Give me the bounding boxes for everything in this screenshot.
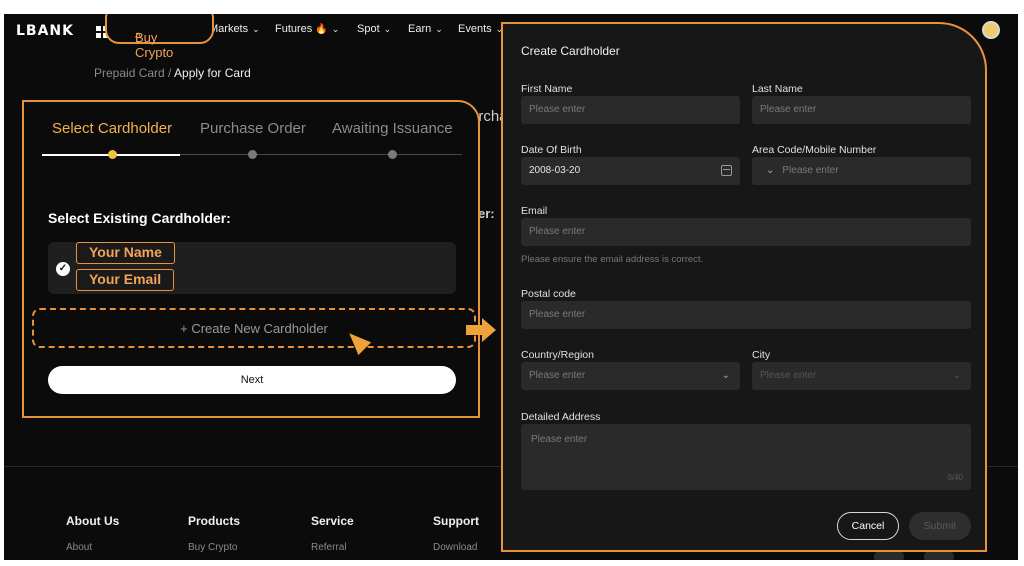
chevron-down-icon: ⌄ <box>952 370 961 381</box>
city-label: City <box>752 349 771 361</box>
breadcrumb-parent[interactable]: Prepaid Card / <box>94 66 174 80</box>
email-label: Email <box>521 205 548 217</box>
dob-input[interactable]: 2008-03-20 <box>521 157 740 185</box>
step-awaiting-issuance: Awaiting Issuance <box>332 120 453 137</box>
footer-col-products: Products Buy Crypto <box>188 514 240 553</box>
chevron-up-icon: ^ <box>135 30 142 45</box>
mobile-placeholder: Please enter <box>782 165 839 176</box>
nav-buy-crypto[interactable]: Buy Crypto ^ <box>105 14 214 60</box>
address-textarea[interactable]: Please enter 0/40 <box>521 424 971 490</box>
submit-button[interactable]: Submit <box>909 512 971 540</box>
right-arrow-icon <box>466 318 496 342</box>
city-placeholder: Please enter <box>760 370 817 381</box>
footer-link-download[interactable]: Download <box>433 542 479 553</box>
mobile-label: Area Code/Mobile Number <box>752 144 877 156</box>
chevron-down-icon: ⌄ <box>383 24 392 34</box>
dob-label: Date Of Birth <box>521 144 582 156</box>
check-icon: ✓ <box>56 262 70 276</box>
step-purchase-order: Purchase Order <box>200 120 306 137</box>
area-code-chevron-icon[interactable]: ⌄ <box>766 165 774 176</box>
modal-title: Create Cardholder <box>521 44 620 58</box>
nav-markets[interactable]: Markets ⌄ <box>209 23 260 35</box>
last-name-input[interactable]: Please enter <box>752 96 971 124</box>
address-label: Detailed Address <box>521 411 601 423</box>
app-window: LBANK Markets ⌄ Futures 🔥 ⌄ Spot ⌄ Earn ⌄ Eve… <box>4 14 1018 560</box>
chevron-down-icon: ⌄ <box>721 370 730 381</box>
breadcrumb-current: Apply for Card <box>174 66 251 80</box>
footer-col-support: Support Download <box>433 514 479 553</box>
postal-code-label: Postal code <box>521 288 576 300</box>
postal-code-input[interactable]: Please enter <box>521 301 971 329</box>
footer-link-about[interactable]: About <box>66 542 119 553</box>
create-cardholder-modal: Create Cardholder First Name Please ente… <box>501 22 987 552</box>
create-new-cardholder-button[interactable]: + Create New Cardholder <box>32 308 476 348</box>
footer-link-referral[interactable]: Referral <box>311 542 354 553</box>
chevron-down-icon: ⌄ <box>435 24 443 34</box>
last-name-label: Last Name <box>752 83 803 95</box>
cardholder-step-panel: Select Cardholder Purchase Order Awaitin… <box>22 100 480 418</box>
footer-heading-service: Service <box>311 514 354 528</box>
lbank-logo[interactable]: LBANK <box>16 23 74 39</box>
country-label: Country/Region <box>521 349 594 361</box>
background-heading: er: <box>478 206 495 221</box>
dob-value: 2008-03-20 <box>529 165 581 176</box>
chevron-down-icon: ⌄ <box>252 24 260 34</box>
address-placeholder: Please enter <box>531 434 588 445</box>
email-hint: Please ensure the email address is corre… <box>521 254 704 265</box>
footer-heading-about: About Us <box>66 514 120 528</box>
footer-link-buy-crypto[interactable]: Buy Crypto <box>188 542 240 553</box>
first-name-label: First Name <box>521 83 573 95</box>
chevron-down-icon: ⌄ <box>331 24 340 34</box>
mobile-input[interactable]: ⌄ Please enter <box>752 157 971 185</box>
address-char-count: 0/40 <box>947 473 963 482</box>
nav-spot[interactable]: Spot ⌄ <box>357 23 391 35</box>
step-dot <box>248 150 257 159</box>
step-select-cardholder: Select Cardholder <box>52 120 173 137</box>
nav-events[interactable]: Events ⌄ <box>458 23 503 35</box>
next-button[interactable]: Next <box>48 366 456 394</box>
cancel-button[interactable]: Cancel <box>837 512 899 540</box>
fire-icon: 🔥 <box>315 24 328 35</box>
cardholder-email: Your Email <box>76 269 175 291</box>
footer-heading-products: Products <box>188 514 241 528</box>
step-dot-active <box>108 150 117 159</box>
user-avatar[interactable] <box>982 21 1000 39</box>
footer-col-about: About Us About <box>66 514 119 553</box>
country-select[interactable]: Please enter ⌄ <box>521 362 740 390</box>
nav-futures[interactable]: Futures 🔥 ⌄ <box>275 23 339 35</box>
select-cardholder-heading: Select Existing Cardholder: <box>48 210 231 226</box>
email-input[interactable]: Please enter <box>521 218 971 246</box>
cardholder-name: Your Name <box>76 242 175 264</box>
first-name-input[interactable]: Please enter <box>521 96 740 124</box>
footer-col-service: Service Referral <box>311 514 354 553</box>
calendar-icon[interactable] <box>721 165 732 176</box>
footer-heading-support: Support <box>433 514 479 528</box>
breadcrumb: Prepaid Card / Apply for Card <box>94 66 251 80</box>
city-select[interactable]: Please enter ⌄ <box>752 362 971 390</box>
step-dot <box>388 150 397 159</box>
nav-earn[interactable]: Earn ⌄ <box>408 23 443 35</box>
country-placeholder: Please enter <box>529 370 586 381</box>
existing-cardholder-option[interactable]: ✓ Your Name Your Email <box>48 242 456 294</box>
